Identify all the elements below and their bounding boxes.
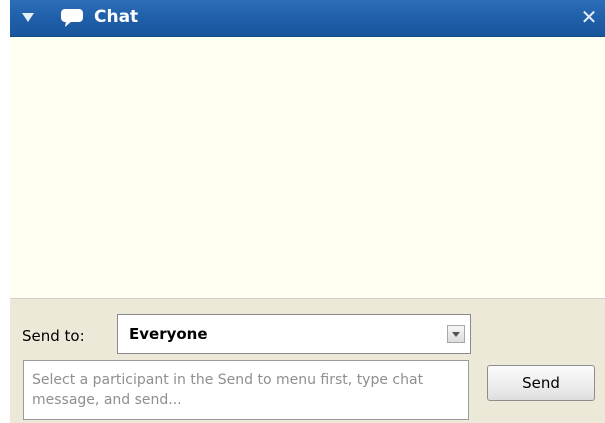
chat-panel: Chat ✕ Send to: Everyone Send xyxy=(10,0,605,423)
send-to-selected-value: Everyone xyxy=(129,325,208,343)
chat-message-area xyxy=(10,37,605,298)
chat-title: Chat xyxy=(94,7,139,27)
dropdown-arrow-icon[interactable] xyxy=(447,325,465,343)
send-to-label: Send to: xyxy=(22,327,85,345)
chat-composer: Send to: Everyone Send xyxy=(10,298,605,423)
chat-message-input[interactable] xyxy=(23,360,469,420)
collapse-triangle-icon[interactable] xyxy=(22,13,34,22)
send-button[interactable]: Send xyxy=(487,365,595,401)
close-icon[interactable]: ✕ xyxy=(578,6,600,28)
chat-titlebar: Chat ✕ xyxy=(10,0,605,37)
send-to-select[interactable]: Everyone xyxy=(117,314,471,354)
chat-bubble-icon xyxy=(61,9,83,27)
